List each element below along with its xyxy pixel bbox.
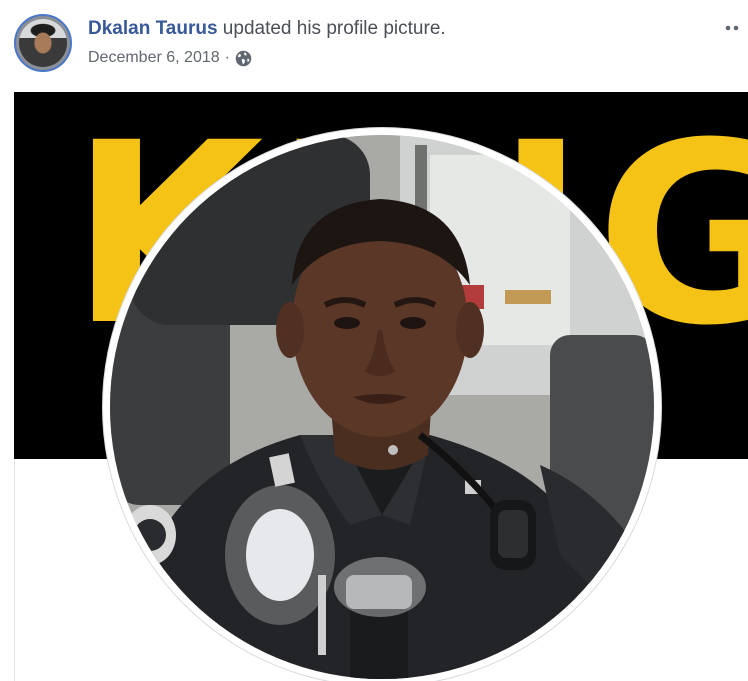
avatar-image	[19, 19, 67, 67]
post-title: Dkalan Taurus updated his profile pictur…	[88, 18, 446, 40]
post-meta: December 6, 2018 ·	[88, 49, 252, 67]
author-avatar[interactable]	[14, 14, 72, 72]
meta-separator: ·	[224, 49, 230, 66]
post-action-text: updated his profile picture.	[217, 18, 446, 39]
officer-portrait-illustration	[110, 135, 654, 679]
profile-photo	[110, 135, 654, 679]
frame-divider	[14, 459, 15, 681]
profile-picture-post-image[interactable]: KING	[14, 92, 748, 681]
globe-icon[interactable]	[235, 50, 252, 67]
profile-picture-frame	[103, 128, 661, 681]
post-header: Dkalan Taurus updated his profile pictur…	[0, 0, 748, 90]
more-options-icon[interactable]	[724, 20, 744, 31]
author-name-link[interactable]: Dkalan Taurus	[88, 18, 218, 39]
post-date-link[interactable]: December 6, 2018	[88, 49, 220, 67]
